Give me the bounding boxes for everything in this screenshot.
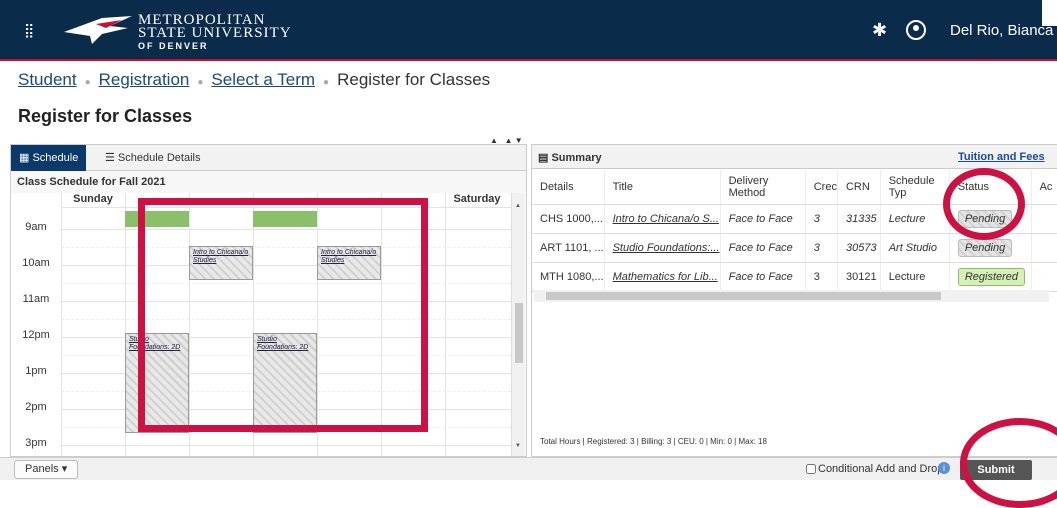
total-hours-summary: Total Hours | Registered: 3 | Billing: 3…	[540, 437, 767, 446]
schedule-type-cell: Lecture	[880, 262, 950, 292]
user-avatar-icon[interactable]	[906, 20, 926, 40]
credits-cell: 3	[805, 262, 838, 292]
scroll-up-arrow-icon[interactable]: ▲	[515, 203, 521, 209]
course-title-link[interactable]: Intro to Chicana/o S...	[613, 213, 719, 225]
column-header[interactable]: Delivery Method	[720, 170, 806, 205]
breadcrumb: Student ● Registration ● Select a Term ● Regis…	[18, 70, 490, 90]
column-header[interactable]: Details	[532, 170, 605, 205]
crn-cell: 30573	[837, 233, 881, 263]
info-icon[interactable]: i	[938, 462, 950, 474]
highlight-circle-annotation	[943, 168, 1025, 240]
column-header[interactable]: Schedule Typ	[880, 170, 950, 205]
breadcrumb-separator: ●	[323, 77, 330, 88]
schedule-title: Class Schedule for Fall 2021	[11, 171, 526, 193]
header-edge	[1042, 0, 1057, 26]
university-logo[interactable]	[62, 10, 134, 50]
calendar-scrollbar[interactable]: ▲ ▼	[511, 193, 525, 456]
summary-title-label: Summary	[551, 152, 602, 164]
action-cell[interactable]	[1031, 262, 1057, 292]
column-header[interactable]: Crec	[805, 170, 838, 205]
day-header: Sunday	[73, 193, 113, 205]
delivery-cell: Face to Face	[720, 204, 806, 234]
scrollbar-thumb[interactable]	[546, 292, 941, 300]
university-name: METROPOLITAN STATE UNIVERSITY OF DENVER	[138, 13, 292, 53]
summary-title: ▤ Summary	[538, 152, 602, 164]
conditional-add-drop-checkbox[interactable]	[806, 464, 816, 475]
scroll-down-arrow-icon[interactable]: ▼	[515, 443, 521, 449]
username[interactable]: Del Rio, Bianca	[950, 22, 1053, 39]
breadcrumb-registration[interactable]: Registration	[99, 70, 190, 89]
table-row[interactable]: MTH 1080,... Mathematics for Lib... Face…	[532, 262, 1057, 292]
hour-label: 2pm	[25, 401, 47, 413]
delivery-cell: Face to Face	[720, 262, 806, 292]
page-title: Register for Classes	[18, 106, 193, 126]
breadcrumb-select-term[interactable]: Select a Term	[211, 70, 315, 89]
status-badge: Registered	[957, 267, 1026, 286]
logo-line-3: OF DENVER	[138, 41, 209, 51]
schedule-type-cell: Lecture	[880, 204, 950, 234]
delivery-cell: Face to Face	[720, 233, 806, 263]
tuition-fees-link[interactable]: Tuition and Fees	[958, 151, 1045, 163]
crn-cell: 30121	[837, 262, 881, 292]
summary-header: ▤ Summary Tuition and Fees	[532, 145, 1057, 169]
course-title-link[interactable]: Studio Foundations:...	[613, 242, 720, 254]
title-cell: Mathematics for Lib...	[604, 262, 721, 292]
breadcrumb-separator: ●	[84, 77, 91, 88]
panels-button[interactable]: Panels ▾	[14, 460, 79, 479]
day-divider	[445, 193, 446, 456]
tab-details-label: Schedule Details	[117, 152, 201, 164]
hour-label: 3pm	[25, 437, 47, 449]
conditional-add-drop[interactable]: Conditional Add and Drop	[806, 463, 943, 475]
action-cell[interactable]	[1031, 204, 1057, 234]
apps-grid-icon[interactable]: ⣿	[24, 23, 38, 37]
credits-cell: 3	[805, 233, 838, 263]
day-divider	[61, 193, 62, 456]
status-cell: Registered	[949, 262, 1032, 292]
scrollbar-thumb[interactable]	[515, 303, 523, 363]
hour-label: 9am	[25, 221, 47, 233]
day-header: Saturday	[453, 193, 501, 205]
tab-schedule-details[interactable]: ☰ Schedule Details	[97, 145, 208, 171]
status-badge: Pending	[957, 238, 1013, 257]
schedule-tabs: ▦ Schedule ☰ Schedule Details	[11, 145, 526, 171]
summary-horizontal-scrollbar[interactable]	[534, 290, 1049, 302]
header-divider	[0, 59, 1057, 61]
highlight-rectangle-annotation	[138, 198, 428, 432]
hour-label: 12pm	[22, 329, 50, 341]
details-cell: ART 1101, ...	[532, 233, 605, 263]
breadcrumb-separator: ●	[197, 77, 204, 88]
details-cell: CHS 1000,...	[532, 204, 605, 234]
hour-label: 11am	[22, 293, 50, 305]
title-cell: Studio Foundations:...	[604, 233, 721, 263]
tab-schedule[interactable]: ▦ Schedule	[11, 145, 87, 171]
tab-schedule-label: Schedule	[32, 152, 79, 164]
breadcrumb-current: Register for Classes	[337, 70, 491, 89]
title-cell: Intro to Chicana/o S...	[604, 204, 721, 234]
bottom-toolbar: Panels ▾ Conditional Add and Drop i Subm…	[0, 457, 1057, 480]
logo-line-2: STATE UNIVERSITY	[138, 25, 292, 41]
crn-cell: 31335	[837, 204, 881, 234]
details-cell: MTH 1080,...	[532, 262, 605, 292]
gear-icon[interactable]: ✱	[872, 20, 887, 41]
course-title-link[interactable]: Mathematics for Lib...	[613, 271, 718, 283]
column-header[interactable]: CRN	[837, 170, 881, 205]
breadcrumb-student[interactable]: Student	[18, 70, 77, 89]
hour-label: 1pm	[25, 365, 47, 377]
top-header: ⣿ METROPOLITAN STATE UNIVERSITY OF DENVE…	[0, 0, 1057, 60]
hour-label: 10am	[22, 257, 50, 269]
panels-label: Panels	[25, 463, 59, 475]
schedule-type-cell: Art Studio	[880, 233, 950, 263]
conditional-add-drop-label: Conditional Add and Drop	[818, 463, 944, 475]
panel-splitter[interactable]: ▲ ▲ ▼	[490, 136, 560, 145]
credits-cell: 3	[805, 204, 838, 234]
hour-line	[61, 445, 511, 446]
column-header[interactable]: Title	[604, 170, 721, 205]
action-cell[interactable]	[1031, 233, 1057, 263]
column-header[interactable]: Ac	[1031, 170, 1057, 205]
